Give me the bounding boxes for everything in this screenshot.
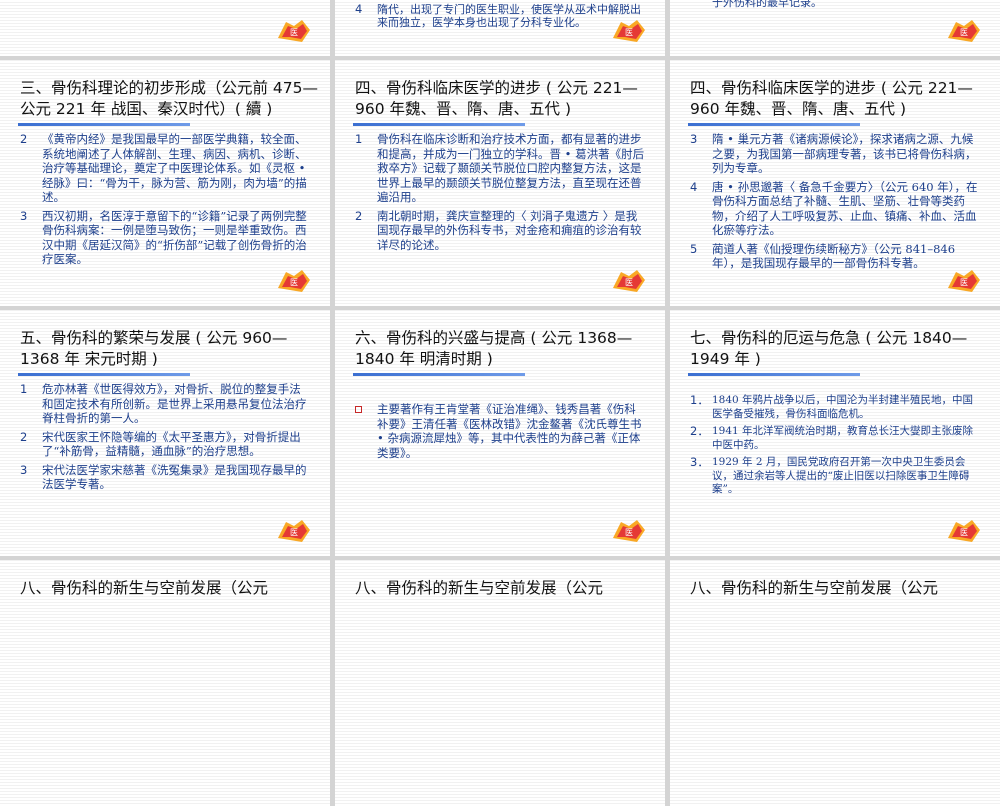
svg-text:医: 医 (290, 278, 298, 287)
slide-title: 八、骨伤科的新生与空前发展（公元 (690, 579, 939, 597)
title-underline (18, 123, 190, 126)
list-item: 2． 1941 年北洋军阀统治时期，教育总长汪大燮即主张废除中医中药。 (690, 424, 974, 451)
publisher-logo-icon: 医 (613, 270, 645, 292)
slide-7-crisis[interactable]: 七、骨伤科的厄运与危急 ( 公元 1840—1949 年 ) 1． 1840 年鸦… (670, 310, 1000, 556)
slide-top-middle[interactable]: 4 隋代，出现了专门的医生职业，使医学从巫术中解脱出来而独立，医学本身也出现了分科… (335, 0, 665, 56)
slide-body: 1． 1840 年鸦片战争以后，中国沦为半封建半殖民地，中国医学备受摧残，骨伤科面… (690, 393, 980, 501)
slide-5-song-yuan[interactable]: 五、骨伤科的繁荣与发展 ( 公元 960—1368 年 宋元时期 ) 1 危亦林著… (0, 310, 330, 556)
svg-text:医: 医 (625, 528, 633, 537)
slide-title: 四、骨伤科临床医学的进步 ( 公元 221—960 年魏、晋、隋、唐、五代 ) (690, 79, 973, 118)
slide-6-ming-qing[interactable]: 六、骨伤科的兴盛与提高 ( 公元 1368—1840 年 明清时期 ) 主要著作… (335, 310, 665, 556)
slide-8-new-development-a[interactable]: 八、骨伤科的新生与空前发展（公元 (0, 560, 330, 806)
list-item: 4唐 • 孙思邈著〈 备急千金要方〉（公元 640 年），在骨伤科方面总结了补髓… (690, 179, 978, 238)
slide-title: 八、骨伤科的新生与空前发展（公元 (20, 579, 269, 597)
slide-title: 八、骨伤科的新生与空前发展（公元 (355, 579, 604, 597)
slide-top-left[interactable]: 医 (0, 0, 330, 56)
slide-4-clinical-progress-a[interactable]: 四、骨伤科临床医学的进步 ( 公元 221—960 年魏、晋、隋、唐、五代 ) … (335, 60, 665, 306)
list-item: 1 危亦林著《世医得效方》，对骨折、脱位的整复手法和固定技术有所创新。是世界上采用… (20, 382, 307, 425)
list-item: 2 南北朝时期，龚庆宣整理的〈 刘涓子鬼遗方 〉是我国现存最早的外伤科专书，对金疮… (355, 208, 642, 252)
list-item: 3． 1929 年 2 月，国民党政府召开第一次中央卫生委员会议，通过余岩等人提出… (690, 455, 970, 495)
slide-body: 1 骨伤科在临床诊断和治疗技术方面，都有显著的进步和提高，并成为一门独立的学科。晋… (355, 132, 645, 256)
slide-title: 三、骨伤科理论的初步形成（公元前 475—公元 221 年 战国、秦汉时代）( … (20, 79, 319, 118)
slide-title: 五、骨伤科的繁荣与发展 ( 公元 960—1368 年 宋元时期 ) (20, 329, 288, 368)
publisher-logo-icon: 医 (278, 520, 310, 542)
svg-text:医: 医 (290, 528, 298, 537)
list-item: 1． 1840 年鸦片战争以后，中国沦为半封建半殖民地，中国医学备受摧残，骨伤科面… (690, 393, 974, 420)
svg-text:医: 医 (625, 278, 633, 287)
list-item: 3 宋代法医学家宋慈著《洗冤集录》是我国现存最早的法医学专著。 (20, 462, 307, 492)
publisher-logo-icon: 医 (948, 520, 980, 542)
slide-top-right[interactable]: 于外伤科的最早记录。 医 (670, 0, 1000, 56)
svg-text:医: 医 (625, 28, 633, 37)
list-item: 3 西汉初期，名医淳于意留下的“诊籍”记录了两例完整骨伤科病案：一例是堕马致伤；一… (20, 208, 307, 267)
slide-title: 四、骨伤科临床医学的进步 ( 公元 221—960 年魏、晋、隋、唐、五代 ) (355, 79, 638, 118)
slide-title: 六、骨伤科的兴盛与提高 ( 公元 1368—1840 年 明清时期 ) (355, 329, 633, 368)
slide-body: 主要著作有王肯堂著《证治准绳》、钱秀昌著《伤科补要》王清任著《医林改错》沈金鳌著… (355, 402, 645, 464)
list-item: 1 骨伤科在临床诊断和治疗技术方面，都有显著的进步和提高，并成为一门独立的学科。晋… (355, 132, 645, 204)
publisher-logo-icon: 医 (948, 270, 980, 292)
title-underline (688, 123, 860, 126)
svg-text:医: 医 (290, 28, 298, 37)
slide-fragment-text: 于外伤科的最早记录。 (712, 0, 822, 9)
list-item: 主要著作有王肯堂著《证治准绳》、钱秀昌著《伤科补要》王清任著《医林改错》沈金鳌著… (355, 402, 645, 460)
list-item: 2 宋代医家王怀隐等编的《太平圣惠方》，对骨折提出了“补筋骨，益精髓，通血脉”的治… (20, 429, 301, 459)
title-underline (353, 123, 525, 126)
slide-fragment-text: 4 隋代，出现了专门的医生职业，使医学从巫术中解脱出来而独立，医学本身也出现了分科… (355, 2, 641, 30)
publisher-logo-icon: 医 (278, 270, 310, 292)
slide-title: 七、骨伤科的厄运与危急 ( 公元 1840—1949 年 ) (690, 329, 968, 368)
svg-text:医: 医 (960, 528, 968, 537)
list-item: 3隋 • 巢元方著《诸病源候论》，探求诸病之源、九候之要，为我国第一部病理专著，… (690, 132, 977, 175)
slide-3-theory-formation[interactable]: 三、骨伤科理论的初步形成（公元前 475—公元 221 年 战国、秦汉时代）( … (0, 60, 330, 306)
slide-8-new-development-c[interactable]: 八、骨伤科的新生与空前发展（公元 (670, 560, 1000, 806)
svg-text:医: 医 (960, 28, 968, 37)
list-item: 2 《黄帝内经》是我国最早的一部医学典籍，较全面、系统地阐述了人体解剖、生理、病因… (20, 132, 307, 204)
publisher-logo-icon: 医 (613, 520, 645, 542)
slide-8-new-development-b[interactable]: 八、骨伤科的新生与空前发展（公元 (335, 560, 665, 806)
hollow-square-bullet-icon (355, 406, 362, 413)
slide-body: 1 危亦林著《世医得效方》，对骨折、脱位的整复手法和固定技术有所创新。是世界上采用… (20, 382, 310, 496)
title-underline (353, 373, 525, 376)
slide-body: 2 《黄帝内经》是我国最早的一部医学典籍，较全面、系统地阐述了人体解剖、生理、病因… (20, 132, 310, 271)
title-underline (688, 373, 860, 376)
publisher-logo-icon: 医 (278, 20, 310, 42)
slide-body: 3隋 • 巢元方著《诸病源候论》，探求诸病之源、九候之要，为我国第一部病理专著，… (690, 132, 980, 275)
publisher-logo-icon: 医 (948, 20, 980, 42)
list-item: 5 蔺道人著《仙授理伤续断秘方》（公元 841–846 年），是我国现存最早的一部… (690, 241, 956, 271)
publisher-logo-icon: 医 (613, 20, 645, 42)
slide-4-clinical-progress-b[interactable]: 四、骨伤科临床医学的进步 ( 公元 221—960 年魏、晋、隋、唐、五代 ) … (670, 60, 1000, 306)
title-underline (18, 373, 190, 376)
svg-text:医: 医 (960, 278, 968, 287)
